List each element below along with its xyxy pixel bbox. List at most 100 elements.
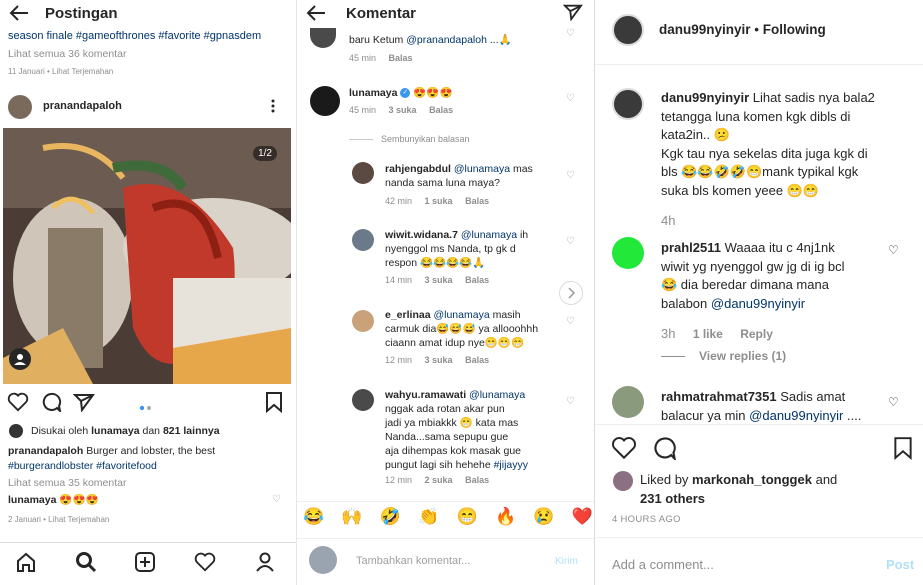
liked-by-line: Liked by markonah_tonggek and 231 others [640,471,910,508]
avatar[interactable] [352,389,374,411]
activity-heart-icon[interactable] [194,551,216,578]
hashtag[interactable]: #jijayyy [494,459,528,471]
send-button[interactable]: Kirim [555,556,578,567]
reply-button[interactable]: Balas [465,355,489,365]
avatar[interactable] [8,95,32,119]
follow-status[interactable]: Following [763,22,826,37]
reply-button[interactable]: Balas [465,475,489,485]
reply-button[interactable]: Reply [740,327,773,341]
emoji-button[interactable]: 😢 [533,507,554,527]
scroll-next-button[interactable] [559,281,583,305]
liked-others[interactable]: 231 others [640,491,705,506]
new-post-icon[interactable] [134,551,156,578]
avatar[interactable] [352,229,374,251]
home-icon[interactable] [15,551,37,578]
profile-icon[interactable] [254,551,276,578]
mention[interactable]: @lunamaya [461,229,517,241]
comment-user[interactable]: e_erlinaa [385,309,431,321]
avatar[interactable] [612,88,644,120]
comment-like-icon[interactable]: ♡ [566,170,575,181]
avatar[interactable] [352,162,374,184]
user-tag-icon[interactable] [9,348,31,370]
like-icon[interactable] [611,436,637,465]
avatar[interactable] [310,86,340,116]
comment-like-icon[interactable]: ♡ [566,28,575,39]
comment-like-icon[interactable]: ♡ [272,494,281,505]
liked-count[interactable]: 821 lainnya [163,425,220,437]
likes-count[interactable]: 3 suka [425,355,453,365]
likes-count[interactable]: 3 suka [425,275,453,285]
emoji-button[interactable]: 👏 [418,507,439,527]
post-image[interactable]: 1/2 [3,128,291,384]
comment-like-icon[interactable]: ♡ [888,395,899,409]
likes-count[interactable]: 1 suka [425,196,453,206]
mention[interactable]: @lunamaya [469,389,525,401]
back-arrow-icon[interactable] [8,4,30,22]
view-all-comments[interactable]: Lihat semua 35 komentar [8,477,126,489]
post-username[interactable]: pranandapaloh [43,100,122,112]
back-arrow-icon[interactable] [305,4,327,22]
emoji-button[interactable]: ❤️ [572,507,593,527]
caption-user[interactable]: pranandapaloh [8,445,83,457]
comment-user[interactable]: wahyu.ramawati [385,389,466,401]
post-button[interactable]: Post [886,557,914,572]
comment-user[interactable]: danu99nyinyir [661,90,749,105]
comment-like-icon[interactable]: ♡ [566,236,575,247]
avatar[interactable] [612,386,644,418]
comment-user[interactable]: lunamaya [349,87,397,99]
search-icon[interactable] [75,551,97,578]
reply-text: Nanda...sama sepupu gue [385,431,509,443]
bookmark-icon[interactable] [265,391,283,418]
hide-replies-label[interactable]: Sembunyikan balasan [381,134,470,144]
comment-user[interactable]: rahmatrahmat7351 [661,389,777,404]
send-icon[interactable] [562,3,583,26]
view-replies[interactable]: View replies (1) [661,349,786,363]
comment-input[interactable]: Tambahkan komentar... [356,555,470,567]
reply-button[interactable]: Balas [465,275,489,285]
hide-replies[interactable]: Sembunyikan balasan [349,134,470,144]
avatar[interactable] [352,310,374,332]
like-icon[interactable] [7,392,29,417]
comment-user[interactable]: lunamaya [8,494,56,506]
header-username[interactable]: danu99nyinyir [659,22,751,37]
mention[interactable]: @lunamaya [454,163,510,175]
reply-button[interactable]: Balas [429,105,453,115]
liked-user[interactable]: lunamaya [91,425,139,437]
comment-user[interactable]: prahl2511 [661,240,721,255]
mention[interactable]: @danu99nyinyir [749,408,843,423]
liked-user[interactable]: markonah_tonggek [692,472,812,487]
comment-icon[interactable] [40,392,62,417]
avatar[interactable] [612,237,644,269]
mention[interactable]: @danu99nyinyir [711,296,805,311]
view-all-comments-top[interactable]: Lihat semua 36 komentar [8,48,126,60]
reply-button[interactable]: Balas [389,53,413,63]
share-icon[interactable] [72,392,95,417]
comment-like-icon[interactable]: ♡ [566,316,575,327]
input-divider [595,537,923,538]
comment-icon[interactable] [651,436,677,465]
comment-meta: 12 min 2 suka Balas [385,475,489,485]
more-options-icon[interactable] [270,99,276,113]
caption-tags[interactable]: #burgerandlobster #favoritefood [8,460,157,472]
bookmark-icon[interactable] [893,436,913,465]
view-replies-label[interactable]: View replies (1) [699,349,786,363]
likes-count[interactable]: 2 suka [425,475,453,485]
emoji-button[interactable]: 😂 [303,507,324,527]
emoji-button[interactable]: 🤣 [380,507,401,527]
comment-user[interactable]: wiwit.widana.7 [385,229,458,241]
likes-count[interactable]: 3 suka [389,105,417,115]
comment-like-icon[interactable]: ♡ [566,396,575,407]
mention[interactable]: @lunamaya [433,309,489,321]
avatar[interactable] [612,14,644,46]
comment-user[interactable]: rahjengabdul [385,163,451,175]
comment-input[interactable]: Add a comment... [612,557,714,572]
comment-like-icon[interactable]: ♡ [888,243,899,257]
avatar[interactable] [310,28,336,48]
emoji-button[interactable]: 🔥 [495,507,516,527]
emoji-button[interactable]: 😁 [457,507,478,527]
emoji-button[interactable]: 🙌 [341,507,362,527]
reply-button[interactable]: Balas [465,196,489,206]
mention[interactable]: @pranandapaloh [406,34,487,46]
comment-like-icon[interactable]: ♡ [566,93,575,104]
likes-count[interactable]: 1 like [693,327,723,341]
